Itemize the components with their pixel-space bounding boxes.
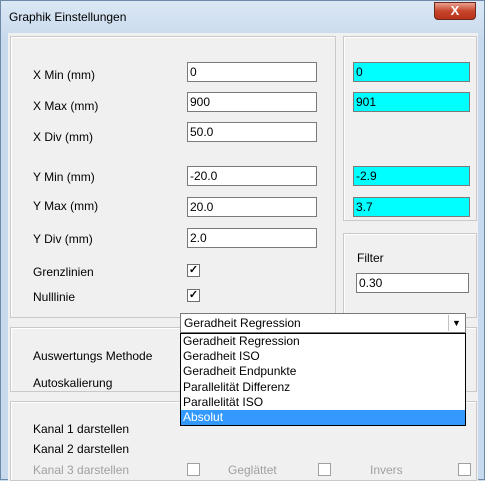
method-select[interactable]: Geradheit Regression ▼ xyxy=(180,313,466,333)
y-max-input[interactable]: 20.0 xyxy=(187,197,317,217)
dialog-window: Graphik Einstellungen X X Min (mm) 0 0 X… xyxy=(0,0,485,481)
x-min-label: X Min (mm) xyxy=(33,68,95,82)
method-option[interactable]: Geradheit Regression xyxy=(181,334,465,349)
autoscale-label: Autoskalierung xyxy=(33,376,113,390)
x-max-result: 901 xyxy=(353,92,470,112)
geglaettet-label: Geglättet xyxy=(228,463,277,477)
y-div-input[interactable]: 2.0 xyxy=(187,228,317,248)
y-max-label: Y Max (mm) xyxy=(33,199,99,213)
invers-label: Invers xyxy=(370,463,403,477)
kanal3-label: Kanal 3 darstellen xyxy=(33,463,130,477)
invers-checkbox[interactable] xyxy=(458,463,471,476)
nulllinie-label: Nulllinie xyxy=(33,290,76,304)
method-dropdown-list: Geradheit Regression Geradheit ISO Gerad… xyxy=(180,333,466,426)
x-div-label: X Div (mm) xyxy=(33,130,93,144)
chevron-down-icon[interactable]: ▼ xyxy=(448,315,464,331)
geglaettet-checkbox[interactable] xyxy=(318,463,331,476)
y-max-result: 3.7 xyxy=(353,197,470,217)
close-button[interactable]: X xyxy=(434,2,476,20)
method-option[interactable]: Parallelität ISO xyxy=(181,395,465,410)
method-select-value: Geradheit Regression xyxy=(184,316,301,330)
x-min-input[interactable]: 0 xyxy=(187,62,317,82)
kanal3-checkbox[interactable] xyxy=(187,463,200,476)
title-bar[interactable]: Graphik Einstellungen X xyxy=(1,1,484,33)
grenzlinien-label: Grenzlinien xyxy=(33,265,94,279)
nulllinie-checkbox[interactable]: ✓ xyxy=(187,289,200,302)
kanal1-label: Kanal 1 darstellen xyxy=(33,422,130,436)
method-option-highlighted[interactable]: Absolut xyxy=(181,409,465,426)
y-div-label: Y Div (mm) xyxy=(33,232,93,246)
method-label: Auswertungs Methode xyxy=(33,349,153,363)
window-title: Graphik Einstellungen xyxy=(9,10,127,24)
grenzlinien-checkbox[interactable]: ✓ xyxy=(187,264,200,277)
x-div-input[interactable]: 50.0 xyxy=(187,122,317,142)
x-min-result: 0 xyxy=(353,62,470,82)
method-option[interactable]: Geradheit Endpunkte xyxy=(181,364,465,379)
x-max-label: X Max (mm) xyxy=(33,99,99,113)
filter-label: Filter xyxy=(357,251,384,265)
filter-input[interactable]: 0.30 xyxy=(356,273,469,293)
y-min-result: -2.9 xyxy=(353,166,470,186)
y-min-label: Y Min (mm) xyxy=(33,170,95,184)
kanal2-label: Kanal 2 darstellen xyxy=(33,442,130,456)
method-option[interactable]: Geradheit ISO xyxy=(181,349,465,364)
method-option[interactable]: Parallelität Differenz xyxy=(181,380,465,395)
y-min-input[interactable]: -20.0 xyxy=(187,166,317,186)
x-max-input[interactable]: 900 xyxy=(187,92,317,112)
